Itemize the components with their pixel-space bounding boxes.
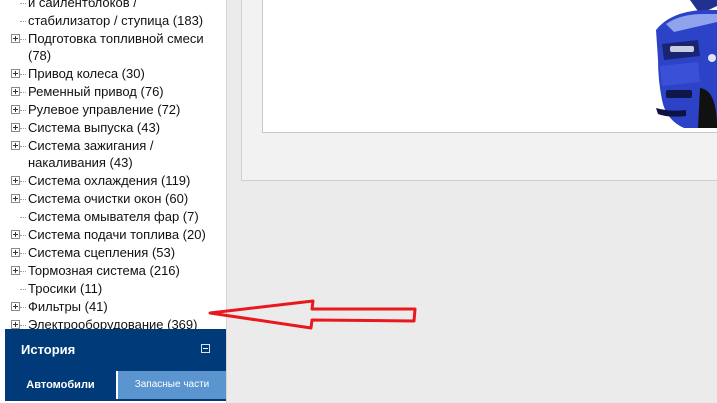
tree-connector [20,146,26,147]
tree-connector [20,253,26,254]
history-title: История [21,342,76,357]
tree-connector [20,74,26,75]
tree-connector [20,307,26,308]
tree-item[interactable]: Система очистки окон (60) [11,190,225,207]
tree-connector [20,325,26,326]
tree-item[interactable]: Тормозная система (216) [11,262,225,279]
history-header: История [5,329,226,371]
tree-connector [20,199,26,200]
tabs-underline [5,399,226,401]
tree-item-label[interactable]: Система охлаждения (119) [28,173,190,188]
tree-item[interactable]: Система охлаждения (119) [11,172,225,189]
expand-plus-icon[interactable] [11,105,20,114]
expand-plus-icon[interactable] [11,87,20,96]
tree-connector [20,128,26,129]
expand-plus-icon[interactable] [11,141,20,150]
expand-plus-icon[interactable] [11,194,20,203]
expand-plus-icon[interactable] [11,266,20,275]
tree-item-label[interactable]: Рулевое управление (72) [28,102,180,117]
expand-plus-icon[interactable] [11,302,20,311]
history-panel: История Автомобили Запасные части [5,329,226,403]
tree-connector [20,3,26,4]
tree-item-label[interactable]: и сайлентблоков / [28,0,137,10]
tree-item-label[interactable]: Система очистки окон (60) [28,191,188,206]
tree-item[interactable]: Ременный привод (76) [11,83,225,100]
tree-connector [20,110,26,111]
tree-item-label[interactable]: Тормозная система (216) [28,263,180,278]
tree-item[interactable]: Система омывателя фар (7) [11,208,225,225]
tree-item-label[interactable]: Ременный привод (76) [28,84,164,99]
tree-item[interactable]: Тросики (11) [11,280,225,297]
catalog-sidebar: и сайлентблоков / стабилизатор / ступица … [0,0,227,403]
expand-plus-icon[interactable] [11,34,20,43]
expand-plus-icon[interactable] [11,69,20,78]
tab-spare-parts[interactable]: Запасные части [116,371,226,399]
expand-plus-icon[interactable] [11,248,20,257]
tree-item-label[interactable]: Система омывателя фар (7) [28,209,199,224]
tree-item[interactable]: Привод колеса (30) [11,65,225,82]
tree-item[interactable]: Фильтры (41) [11,298,225,315]
tree-connector [20,21,26,22]
tree-item-label[interactable]: Система выпуска (43) [28,120,160,135]
tree-item[interactable]: Система зажигания / накаливания (43) [11,137,225,171]
tree-item-label[interactable]: стабилизатор / ступица (183) [28,13,203,28]
tree-item[interactable]: Подготовка топливной смеси (78) [11,30,225,64]
tree-item[interactable]: Система сцепления (53) [11,244,225,261]
tree-item-label[interactable]: Система сцепления (53) [28,245,175,260]
tree-connector [20,92,26,93]
tree-item-label[interactable]: Тросики (11) [28,281,102,296]
tree-item-label[interactable]: Система зажигания / накаливания (43) [28,138,154,170]
catalog-tree: и сайлентблоков / стабилизатор / ступица … [11,0,225,334]
expand-plus-icon[interactable] [11,176,20,185]
tree-item-label[interactable]: Система подачи топлива (20) [28,227,206,242]
tree-item[interactable]: и сайлентблоков / [11,0,225,11]
tree-connector [20,39,26,40]
tree-item-label[interactable]: Фильтры (41) [28,299,108,314]
tree-connector [20,217,26,218]
tree-item[interactable]: стабилизатор / ступица (183) [11,12,225,29]
tree-connector [20,289,26,290]
expand-plus-icon[interactable] [11,230,20,239]
expand-plus-icon[interactable] [11,320,20,329]
collapse-minus-icon[interactable] [201,344,210,353]
tree-item-label[interactable]: Привод колеса (30) [28,66,145,81]
tree-connector [20,181,26,182]
tree-item[interactable]: Система выпуска (43) [11,119,225,136]
car-image [656,0,717,128]
tree-item[interactable]: Система подачи топлива (20) [11,226,225,243]
tree-item-label[interactable]: Подготовка топливной смеси (78) [28,31,204,63]
tree-connector [20,271,26,272]
tab-cars[interactable]: Автомобили [5,371,116,399]
tree-connector [20,235,26,236]
expand-plus-icon[interactable] [11,123,20,132]
tree-item[interactable]: Рулевое управление (72) [11,101,225,118]
